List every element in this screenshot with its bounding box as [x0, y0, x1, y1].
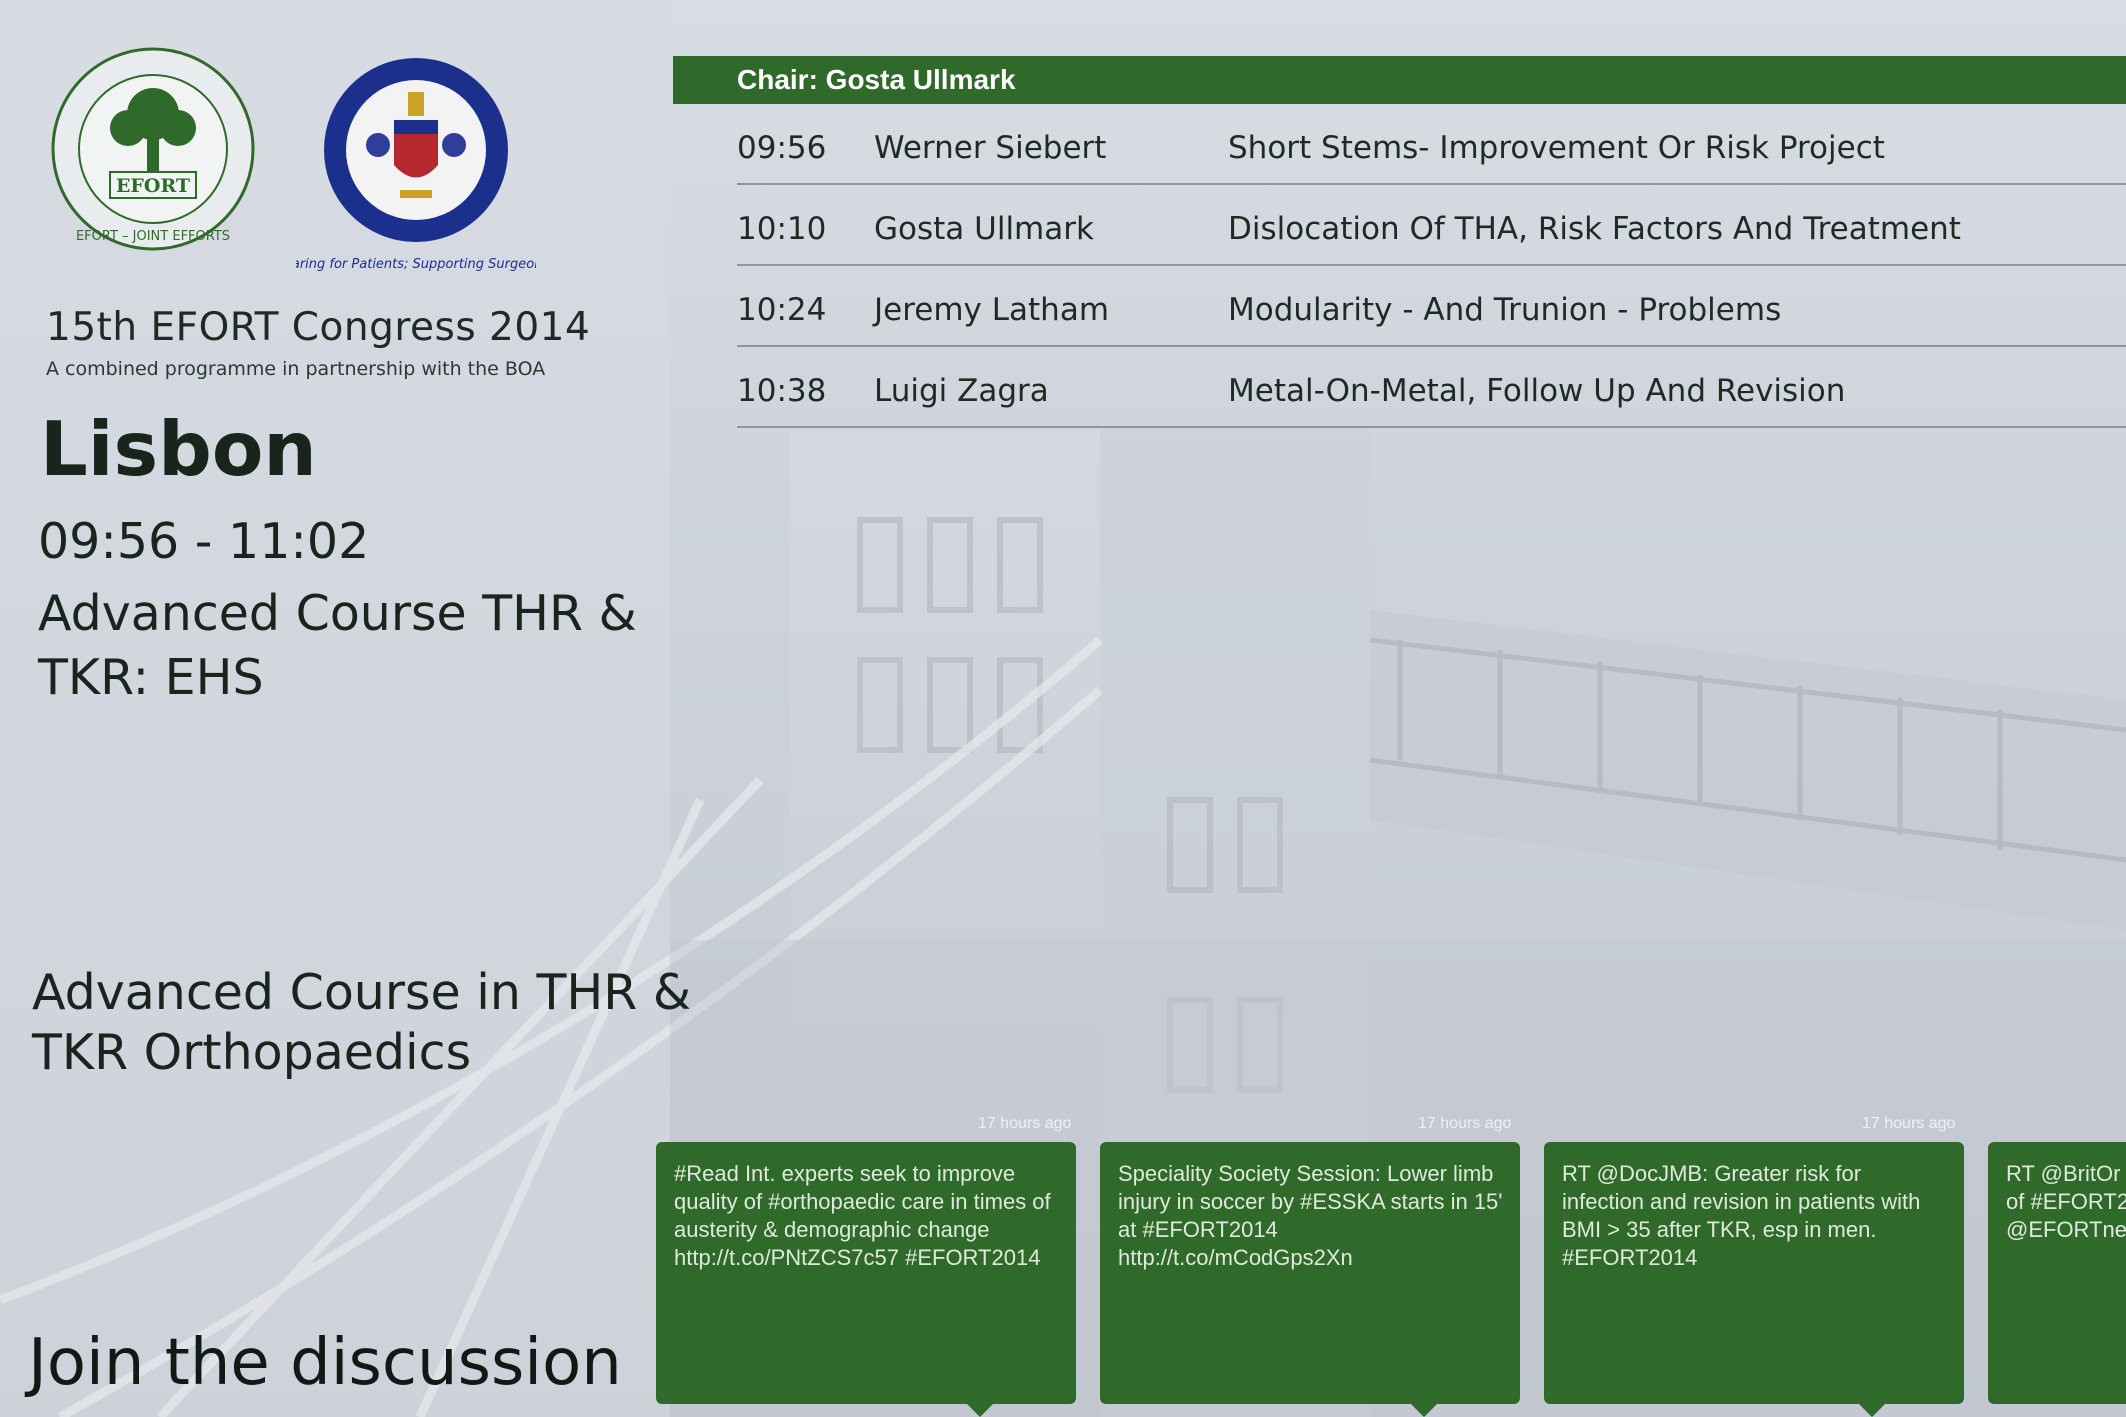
tweet-pointer — [966, 1403, 994, 1417]
talk-title: Short Stems- Improvement Or Risk Project — [1228, 130, 1885, 166]
tweet-age: 17 hours ago — [978, 1115, 1072, 1132]
tweet-card[interactable]: RT @DocJMB: Greater risk for infection a… — [1544, 1142, 1964, 1404]
efort-logo-center: EFORT — [116, 175, 190, 197]
tweet-text: RT @BritOr sunny morn of #EFORT2 @EFORTn… — [2006, 1161, 2126, 1242]
tweet-age: 17 hours ago — [1862, 1115, 1956, 1132]
talk-list: 09:56 Werner Siebert Short Stems- Improv… — [673, 104, 2126, 428]
talk-speaker: Luigi Zagra — [874, 373, 1049, 409]
efort-logo-motto: EFORT – JOINT EFFORTS — [76, 229, 230, 244]
boa-logo-motto: Caring for Patients; Supporting Surgeons — [296, 257, 536, 272]
talk-time: 10:24 — [737, 292, 827, 328]
talk-time: 09:56 — [737, 130, 827, 166]
talk-time: 10:38 — [737, 373, 827, 409]
tweet-text: #Read Int. experts seek to improve quali… — [674, 1161, 1051, 1270]
talk-title: Dislocation Of THA, Risk Factors And Tre… — [1228, 211, 1961, 247]
session-time-range: 09:56 - 11:02 — [38, 513, 370, 570]
session-programme: Chair: Gosta Ullmark 09:56 Werner Sieber… — [673, 56, 2126, 428]
room-name: Lisbon — [40, 405, 317, 493]
talk-title: Metal-On-Metal, Follow Up And Revision — [1228, 373, 1846, 409]
talk-time: 10:10 — [737, 211, 827, 247]
congress-title: 15th EFORT Congress 2014 — [46, 305, 591, 350]
course-name: Advanced Course in THR & TKR Orthopaedic… — [32, 964, 692, 1081]
tweet-pointer — [1410, 1403, 1438, 1417]
tweet-card[interactable]: Speciality Society Session: Lower limb i… — [1100, 1142, 1520, 1404]
talk-row: 10:38 Luigi Zagra Metal-On-Metal, Follow… — [737, 347, 2126, 428]
tweet-age: 17 hours ago — [1418, 1115, 1512, 1132]
tweet-text: Speciality Society Session: Lower limb i… — [1118, 1161, 1503, 1270]
tweet-pointer — [1858, 1403, 1886, 1417]
tweet-card[interactable]: RT @BritOr sunny morn of #EFORT2 @EFORTn… — [1988, 1142, 2126, 1404]
congress-subtitle: A combined programme in partnership with… — [46, 358, 546, 380]
boa-logo: Caring for Patients; Supporting Surgeons — [296, 58, 536, 272]
talk-speaker: Werner Siebert — [874, 130, 1107, 166]
chair-bar: Chair: Gosta Ullmark — [673, 56, 2126, 104]
talk-speaker: Gosta Ullmark — [874, 211, 1094, 247]
tweet-card[interactable]: #Read Int. experts seek to improve quali… — [656, 1142, 1076, 1404]
talk-row: 09:56 Werner Siebert Short Stems- Improv… — [737, 104, 2126, 185]
talk-speaker: Jeremy Latham — [874, 292, 1110, 328]
tweet-feed: 17 hours ago #Read Int. experts seek to … — [0, 1115, 2126, 1417]
talk-row: 10:24 Jeremy Latham Modularity - And Tru… — [737, 266, 2126, 347]
session-name: Advanced Course THR & TKR: EHS — [38, 585, 637, 706]
efort-logo: EFORT EFORT – JOINT EFFORTS — [51, 47, 255, 251]
talk-row: 10:10 Gosta Ullmark Dislocation Of THA, … — [737, 185, 2126, 266]
tweet-text: RT @DocJMB: Greater risk for infection a… — [1562, 1161, 1921, 1270]
talk-title: Modularity - And Trunion - Problems — [1228, 292, 1782, 328]
